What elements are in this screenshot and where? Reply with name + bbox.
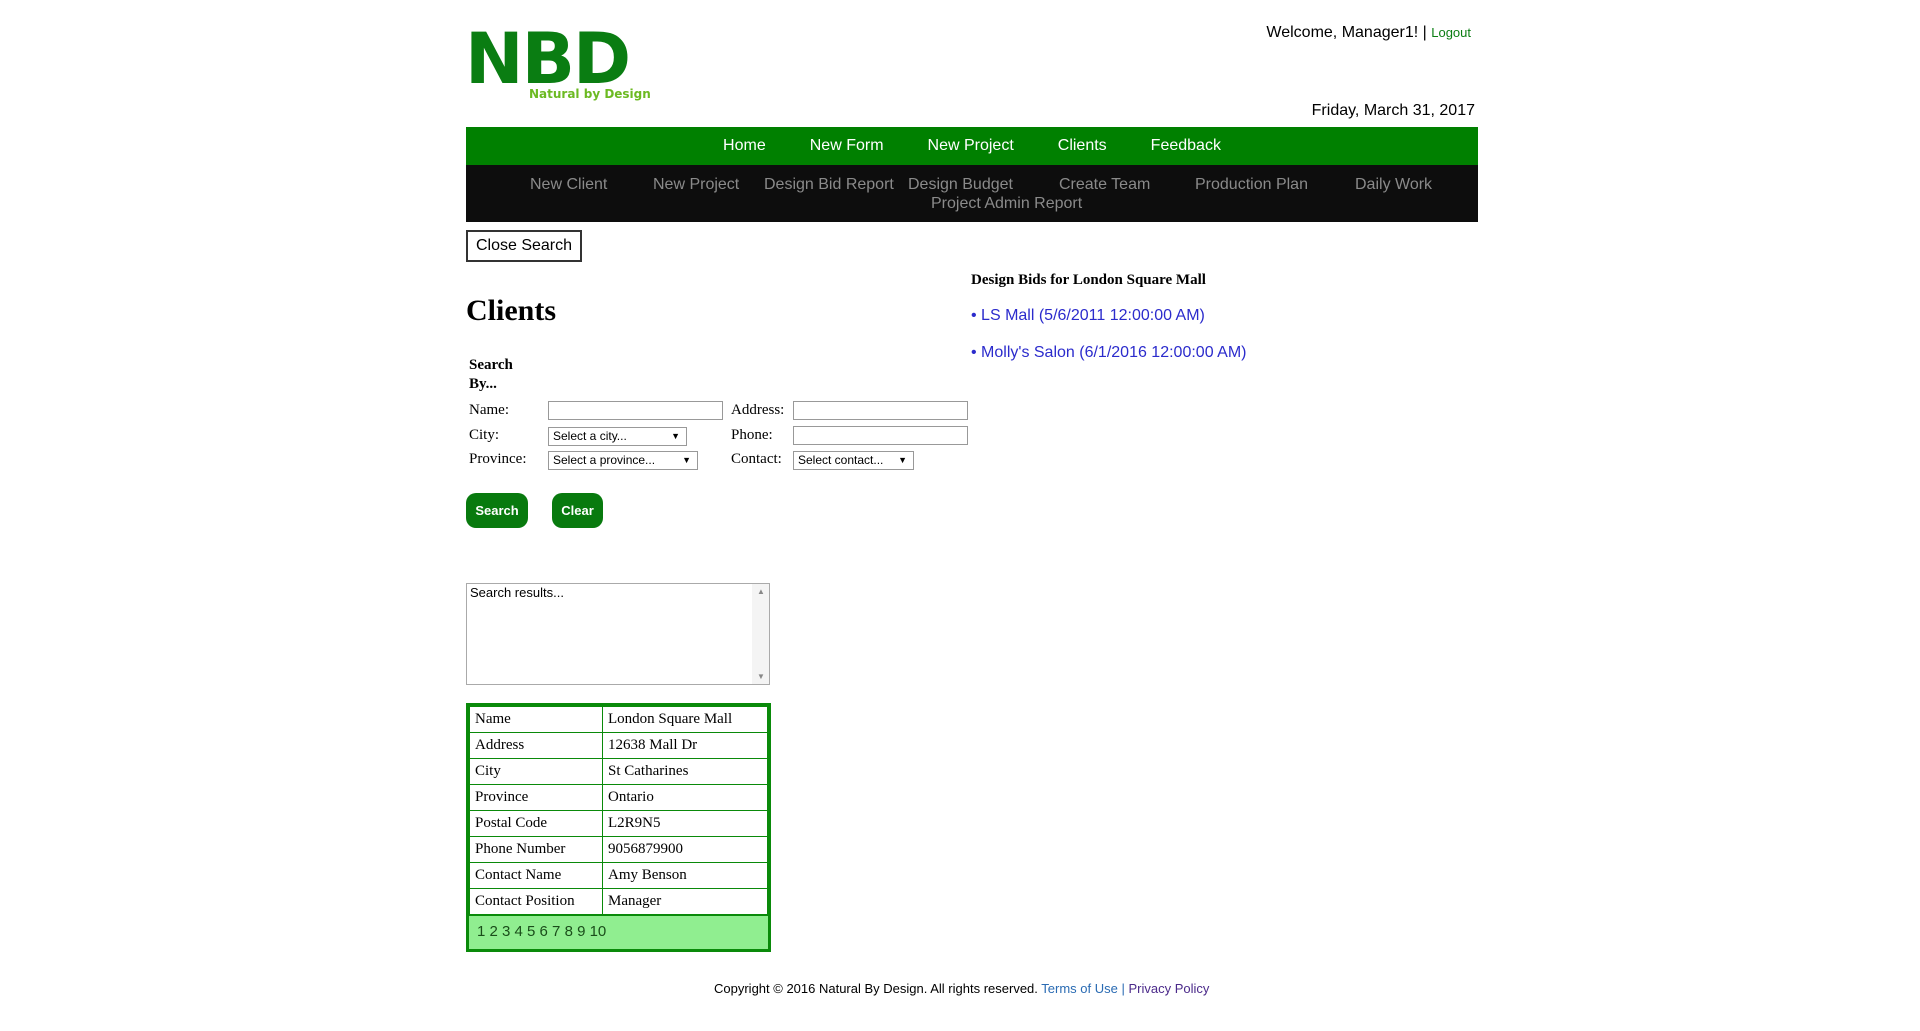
province-select-value: Select a province... <box>553 453 656 467</box>
detail-value: St Catharines <box>602 758 768 785</box>
results-scrollbar[interactable]: ▲ ▼ <box>752 584 769 684</box>
client-details-table: Name London Square Mall Address 12638 Mall… <box>466 703 771 952</box>
chevron-down-icon: ▼ <box>682 455 691 465</box>
phone-label: Phone: <box>731 427 773 443</box>
table-row: Address 12638 Mall Dr <box>469 732 768 759</box>
detail-key: Name <box>469 706 603 733</box>
table-row: City St Catharines <box>469 758 768 785</box>
search-button[interactable]: Search <box>466 493 528 528</box>
contact-label: Contact: <box>731 451 782 467</box>
subnav-project-admin-report[interactable]: Project Admin Report <box>931 194 1082 213</box>
results-placeholder: Search results... <box>470 585 564 600</box>
city-select[interactable]: Select a city... ▼ <box>548 427 687 446</box>
subnav-design-budget[interactable]: Design Budget <box>908 175 1013 194</box>
design-bid-link[interactable]: • Molly's Salon (6/1/2016 12:00:00 AM) <box>971 344 1246 362</box>
page-title: Clients <box>466 294 556 327</box>
welcome-text: Welcome, Manager1! | <box>1266 24 1427 41</box>
terms-link[interactable]: Terms of Use <box>1041 981 1118 996</box>
detail-key: Phone Number <box>469 836 603 863</box>
privacy-link[interactable]: Privacy Policy <box>1129 981 1210 996</box>
main-nav: Home New Form New Project Clients Feedba… <box>466 127 1478 165</box>
detail-value: Ontario <box>602 784 768 811</box>
phone-field[interactable] <box>793 426 968 445</box>
scroll-up-icon[interactable]: ▲ <box>757 587 765 596</box>
detail-value: London Square Mall <box>602 706 768 733</box>
detail-value: L2R9N5 <box>602 810 768 837</box>
nav-feedback[interactable]: Feedback <box>1151 137 1221 155</box>
detail-key: Contact Name <box>469 862 603 889</box>
nav-new-form[interactable]: New Form <box>810 137 884 155</box>
detail-value: 9056879900 <box>602 836 768 863</box>
search-results-list[interactable]: Search results... ▲ ▼ <box>466 583 770 685</box>
pager[interactable]: 1 2 3 4 5 6 7 8 9 10 <box>469 915 768 949</box>
detail-key: Province <box>469 784 603 811</box>
table-row: Contact Name Amy Benson <box>469 862 768 889</box>
detail-key: City <box>469 758 603 785</box>
detail-key: Address <box>469 732 603 759</box>
subnav-production-plan[interactable]: Production Plan <box>1195 175 1308 194</box>
detail-value: Manager <box>602 888 768 915</box>
logout-link[interactable]: Logout <box>1431 25 1471 40</box>
subnav-design-bid-report-label: Design Bid Report <box>764 176 894 193</box>
subnav-create-team[interactable]: Create Team <box>1059 175 1150 194</box>
province-label: Province: <box>469 451 527 467</box>
name-label: Name: <box>469 402 509 418</box>
nbd-logo: NBD Natural by Design <box>465 18 651 104</box>
city-select-value: Select a city... <box>553 429 627 443</box>
province-select[interactable]: Select a province... ▼ <box>548 451 698 470</box>
detail-key: Postal Code <box>469 810 603 837</box>
subnav-design-bid-report[interactable]: Design Bid Report <box>764 175 894 194</box>
search-heading: Search By... <box>469 357 513 392</box>
subnav-daily-work[interactable]: Daily Work <box>1355 175 1432 194</box>
footer-separator: | <box>1121 981 1125 996</box>
subnav-new-project[interactable]: New Project <box>653 175 739 194</box>
logo-tagline: Natural by Design <box>529 87 651 101</box>
sub-nav: New Client New Project Design Bid Report… <box>466 165 1478 222</box>
copyright-text: Copyright © 2016 Natural By Design. All … <box>714 981 1038 996</box>
detail-key: Contact Position <box>469 888 603 915</box>
city-label: City: <box>469 427 500 443</box>
welcome-area: Welcome, Manager1! | Logout <box>1266 24 1471 42</box>
detail-value: Amy Benson <box>602 862 768 889</box>
nav-clients[interactable]: Clients <box>1058 137 1107 155</box>
clear-button[interactable]: Clear <box>552 493 603 528</box>
nav-new-project[interactable]: New Project <box>928 137 1014 155</box>
table-row: Contact Position Manager <box>469 888 768 915</box>
nav-home[interactable]: Home <box>723 137 766 155</box>
subnav-new-client[interactable]: New Client <box>530 175 607 194</box>
table-row: Phone Number 9056879900 <box>469 836 768 863</box>
contact-select-value: Select contact... <box>798 453 884 467</box>
logo-text: NBD <box>465 18 631 100</box>
scroll-down-icon[interactable]: ▼ <box>757 672 765 681</box>
chevron-down-icon: ▼ <box>671 431 680 441</box>
address-label: Address: <box>731 402 785 418</box>
contact-select[interactable]: Select contact... ▼ <box>793 451 914 470</box>
close-search-button[interactable]: Close Search <box>466 230 582 262</box>
table-row: Name London Square Mall <box>469 706 768 733</box>
design-bid-link[interactable]: • LS Mall (5/6/2011 12:00:00 AM) <box>971 307 1205 325</box>
table-row: Postal Code L2R9N5 <box>469 810 768 837</box>
name-field[interactable] <box>548 401 723 420</box>
footer: Copyright © 2016 Natural By Design. All … <box>714 981 1209 996</box>
chevron-down-icon: ▼ <box>898 455 907 465</box>
design-bids-title: Design Bids for London Square Mall <box>971 272 1206 288</box>
detail-value: 12638 Mall Dr <box>602 732 768 759</box>
table-row: Province Ontario <box>469 784 768 811</box>
address-field[interactable] <box>793 401 968 420</box>
current-date: Friday, March 31, 2017 <box>1311 102 1475 119</box>
